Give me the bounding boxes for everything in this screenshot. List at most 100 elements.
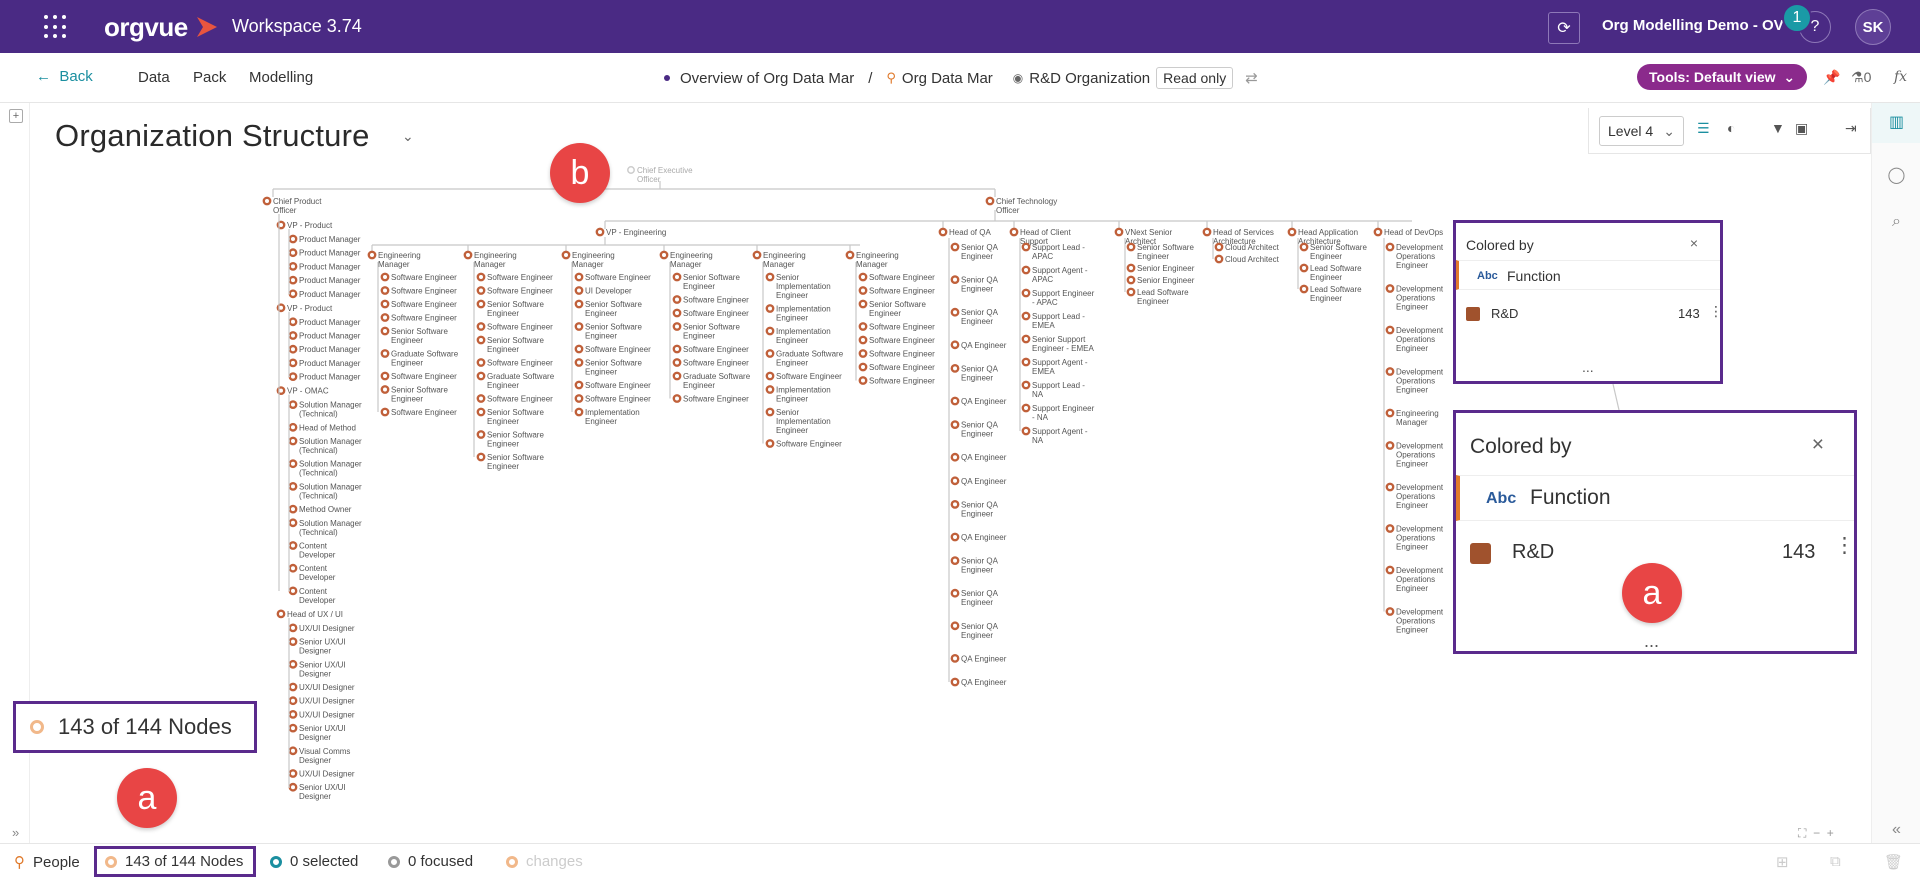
- org-node[interactable]: Chief TechnologyOfficer: [985, 196, 1057, 215]
- org-node[interactable]: Senior SoftwareEngineer: [574, 322, 643, 341]
- zoom-controls[interactable]: ⛶ − +: [1798, 826, 1834, 841]
- legend-resize-handle[interactable]: ...: [1644, 631, 1659, 652]
- org-node[interactable]: SeniorImplementationEngineer: [765, 272, 831, 300]
- org-node[interactable]: Lead SoftwareEngineer: [1299, 263, 1362, 282]
- org-node[interactable]: DevelopmentOperationsEngineer: [1385, 441, 1444, 469]
- org-node[interactable]: Senior QAEngineer: [950, 275, 999, 294]
- org-node[interactable]: EngineeringManager: [463, 250, 517, 269]
- org-node[interactable]: Software Engineer: [476, 286, 553, 296]
- org-node[interactable]: Senior QAEngineer: [950, 363, 999, 382]
- copy-icon[interactable]: ⧉: [1830, 853, 1841, 870]
- org-node[interactable]: Head of QA: [938, 227, 992, 237]
- org-node[interactable]: Cloud Architect: [1214, 242, 1280, 252]
- org-node[interactable]: Senior SoftwareEngineer: [476, 452, 545, 471]
- org-node[interactable]: Software Engineer: [858, 376, 935, 386]
- org-node[interactable]: Product Manager: [288, 275, 361, 285]
- org-node[interactable]: UX/UI Designer: [288, 682, 355, 692]
- org-node[interactable]: ContentDeveloper: [288, 541, 336, 560]
- org-node[interactable]: Software Engineer: [672, 394, 749, 404]
- org-node[interactable]: Support Agent -EMEA: [1021, 357, 1088, 376]
- add-node-icon[interactable]: ⊞: [1776, 853, 1789, 871]
- org-node[interactable]: ImplementationEngineer: [765, 385, 831, 404]
- org-node[interactable]: VP - Product: [276, 220, 333, 230]
- org-node[interactable]: Product Manager: [288, 372, 361, 382]
- org-node[interactable]: UI Developer: [574, 286, 632, 296]
- org-node[interactable]: DevelopmentOperationsEngineer: [1385, 242, 1444, 270]
- org-node[interactable]: Software Engineer: [858, 362, 935, 372]
- org-node[interactable]: VP - OMAC: [276, 386, 329, 396]
- org-node[interactable]: EngineeringManager: [752, 250, 806, 269]
- org-node[interactable]: Head of Method: [288, 422, 356, 432]
- org-node[interactable]: DevelopmentOperationsEngineer: [1385, 524, 1444, 552]
- org-node[interactable]: Product Manager: [288, 317, 361, 327]
- more-vertical-icon[interactable]: ⋮: [1709, 303, 1723, 320]
- org-node[interactable]: Senior QAEngineer: [950, 621, 999, 640]
- org-node[interactable]: Senior QAEngineer: [950, 499, 999, 518]
- more-vertical-icon[interactable]: ⋮: [1834, 533, 1855, 558]
- org-node[interactable]: VP - Product: [276, 303, 333, 313]
- org-node[interactable]: Graduate SoftwareEngineer: [672, 371, 751, 390]
- org-node[interactable]: Senior Engineer: [1126, 263, 1195, 273]
- org-node[interactable]: Software Engineer: [858, 322, 935, 332]
- focused-indicator[interactable]: 0 focused: [388, 853, 473, 870]
- org-node[interactable]: Senior SoftwareEngineer: [476, 407, 545, 426]
- org-node[interactable]: VP - Engineering: [595, 227, 667, 237]
- org-node[interactable]: QA Engineer: [950, 476, 1007, 486]
- org-node[interactable]: UX/UI Designer: [288, 696, 355, 706]
- org-node[interactable]: Product Manager: [288, 261, 361, 271]
- org-node[interactable]: Senior SupportEngineer - EMEA: [1021, 334, 1095, 353]
- org-node[interactable]: Software Engineer: [858, 335, 935, 345]
- org-node[interactable]: Senior QAEngineer: [950, 242, 999, 261]
- org-node[interactable]: Senior QAEngineer: [950, 307, 999, 326]
- org-node[interactable]: Visual CommsDesigner: [288, 746, 351, 765]
- org-node[interactable]: Solution Manager(Technical): [288, 459, 362, 478]
- org-node[interactable]: ImplementationEngineer: [765, 304, 831, 323]
- selected-indicator[interactable]: 0 selected: [270, 853, 358, 870]
- org-node[interactable]: Solution Manager(Technical): [288, 436, 362, 455]
- org-node[interactable]: ImplementationEngineer: [765, 326, 831, 345]
- legend-field[interactable]: Function: [1530, 486, 1611, 510]
- org-node[interactable]: Solution Manager(Technical): [288, 400, 362, 419]
- org-node[interactable]: Support Engineer- APAC: [1021, 288, 1095, 307]
- org-node[interactable]: Software Engineer: [672, 295, 749, 305]
- org-node[interactable]: Senior SoftwareEngineer: [476, 430, 545, 449]
- org-node[interactable]: Product Manager: [288, 331, 361, 341]
- nodes-count-chip[interactable]: 143 of 144 Nodes: [94, 846, 256, 877]
- org-node[interactable]: Software Engineer: [858, 272, 935, 282]
- org-node[interactable]: Support Lead -EMEA: [1021, 311, 1085, 330]
- org-node[interactable]: Support Lead -APAC: [1021, 242, 1085, 261]
- org-node[interactable]: Graduate SoftwareEngineer: [380, 349, 459, 368]
- org-node[interactable]: Senior SoftwareEngineer: [380, 326, 449, 345]
- org-node[interactable]: ImplementationEngineer: [574, 407, 640, 426]
- org-node[interactable]: Senior SoftwareEngineer: [1299, 242, 1368, 261]
- org-node[interactable]: QA Engineer: [950, 654, 1007, 663]
- org-node[interactable]: Software Engineer: [672, 344, 749, 354]
- org-node[interactable]: ContentDeveloper: [288, 586, 336, 605]
- org-node[interactable]: Solution Manager(Technical): [288, 518, 362, 537]
- org-node[interactable]: QA Engineer: [950, 396, 1007, 406]
- org-node[interactable]: DevelopmentOperationsEngineer: [1385, 607, 1444, 635]
- org-node[interactable]: Senior SoftwareEngineer: [380, 385, 449, 404]
- org-node[interactable]: DevelopmentOperationsEngineer: [1385, 367, 1444, 395]
- org-node[interactable]: Senior UX/UIDesigner: [288, 659, 346, 678]
- org-node[interactable]: Head of DevOps: [1373, 227, 1443, 237]
- org-node[interactable]: EngineeringManager: [367, 250, 421, 269]
- org-node[interactable]: Software Engineer: [765, 439, 842, 449]
- org-node[interactable]: Software Engineer: [574, 344, 651, 354]
- legend-resize-handle[interactable]: ...: [1582, 359, 1594, 375]
- org-node[interactable]: Graduate SoftwareEngineer: [765, 349, 844, 368]
- org-node[interactable]: Senior SoftwareEngineer: [476, 335, 545, 354]
- legend-swatch[interactable]: [1466, 307, 1480, 321]
- org-node[interactable]: EngineeringManager: [845, 250, 899, 269]
- org-node[interactable]: Senior SoftwareEngineer: [672, 322, 741, 341]
- org-node[interactable]: Software Engineer: [574, 380, 651, 390]
- org-node[interactable]: QA Engineer: [950, 677, 1007, 687]
- org-node[interactable]: Senior UX/UIDesigner: [288, 723, 346, 742]
- org-node[interactable]: Head of UX / UI: [276, 609, 343, 619]
- org-node[interactable]: DevelopmentOperationsEngineer: [1385, 565, 1444, 593]
- org-node[interactable]: Senior QAEngineer: [950, 420, 999, 439]
- org-node[interactable]: Senior SoftwareEngineer: [858, 299, 927, 318]
- org-node[interactable]: Support Agent -APAC: [1021, 265, 1088, 284]
- org-node[interactable]: Software Engineer: [858, 286, 935, 296]
- org-node[interactable]: EngineeringManager: [1385, 408, 1439, 427]
